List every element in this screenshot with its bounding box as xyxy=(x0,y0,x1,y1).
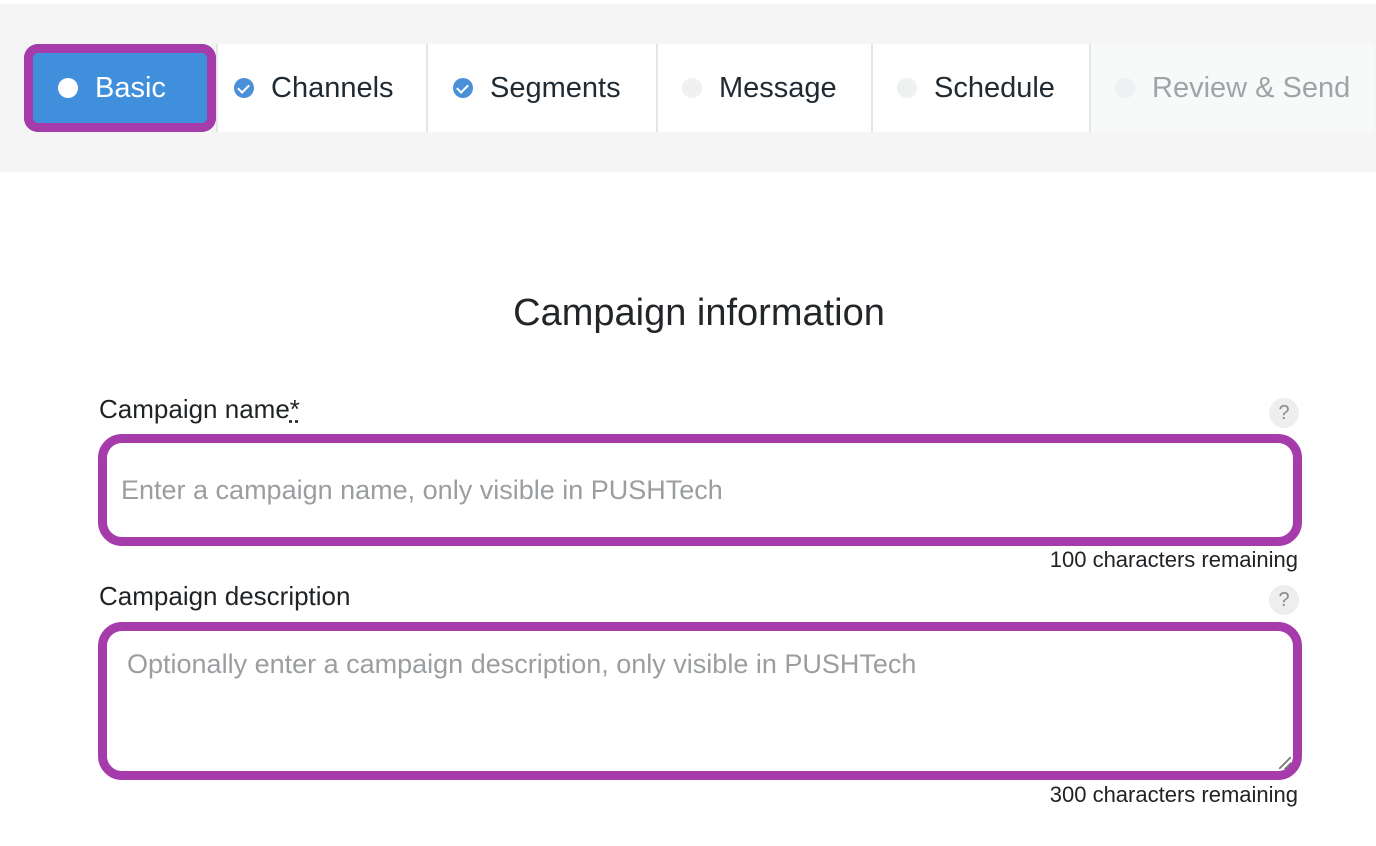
campaign-name-counter: 100 characters remaining xyxy=(1049,547,1298,572)
check-circle-icon xyxy=(453,78,473,98)
step-review-send-label: Review & Send xyxy=(1152,71,1351,104)
empty-dot-icon xyxy=(682,78,702,98)
step-basic-label: Basic xyxy=(95,71,166,104)
empty-dot-icon xyxy=(897,78,917,98)
step-schedule-label: Schedule xyxy=(934,71,1055,104)
step-review-send: Review & Send xyxy=(1089,44,1374,132)
step-channels-label: Channels xyxy=(271,71,394,104)
step-schedule[interactable]: Schedule xyxy=(871,44,1089,132)
wizard-stepper-bar: Basic Channels Segments Message Schedule… xyxy=(0,4,1376,172)
question-mark-icon[interactable]: ? xyxy=(1269,398,1299,428)
question-mark-icon[interactable]: ? xyxy=(1269,585,1299,615)
empty-dot-icon xyxy=(1115,78,1135,98)
campaign-name-label-text: Campaign name xyxy=(99,394,290,424)
wizard-steps: Basic Channels Segments Message Schedule… xyxy=(24,44,1374,132)
step-segments[interactable]: Segments xyxy=(426,44,656,132)
check-circle-icon xyxy=(234,78,254,98)
campaign-name-label: Campaign name* xyxy=(99,394,300,425)
step-message-label: Message xyxy=(719,71,837,104)
required-marker: * xyxy=(289,394,300,424)
step-segments-label: Segments xyxy=(490,71,621,104)
step-basic[interactable]: Basic xyxy=(24,44,216,132)
step-channels[interactable]: Channels xyxy=(216,44,426,132)
step-message[interactable]: Message xyxy=(656,44,871,132)
campaign-name-input[interactable] xyxy=(98,434,1302,546)
campaign-description-counter: 300 characters remaining xyxy=(1049,782,1298,807)
campaign-description-label: Campaign description xyxy=(99,581,351,611)
resize-handle-icon[interactable] xyxy=(1279,757,1291,769)
step-active-dot-icon xyxy=(58,78,78,98)
campaign-description-input[interactable] xyxy=(98,622,1302,780)
section-title: Campaign information xyxy=(513,292,885,334)
